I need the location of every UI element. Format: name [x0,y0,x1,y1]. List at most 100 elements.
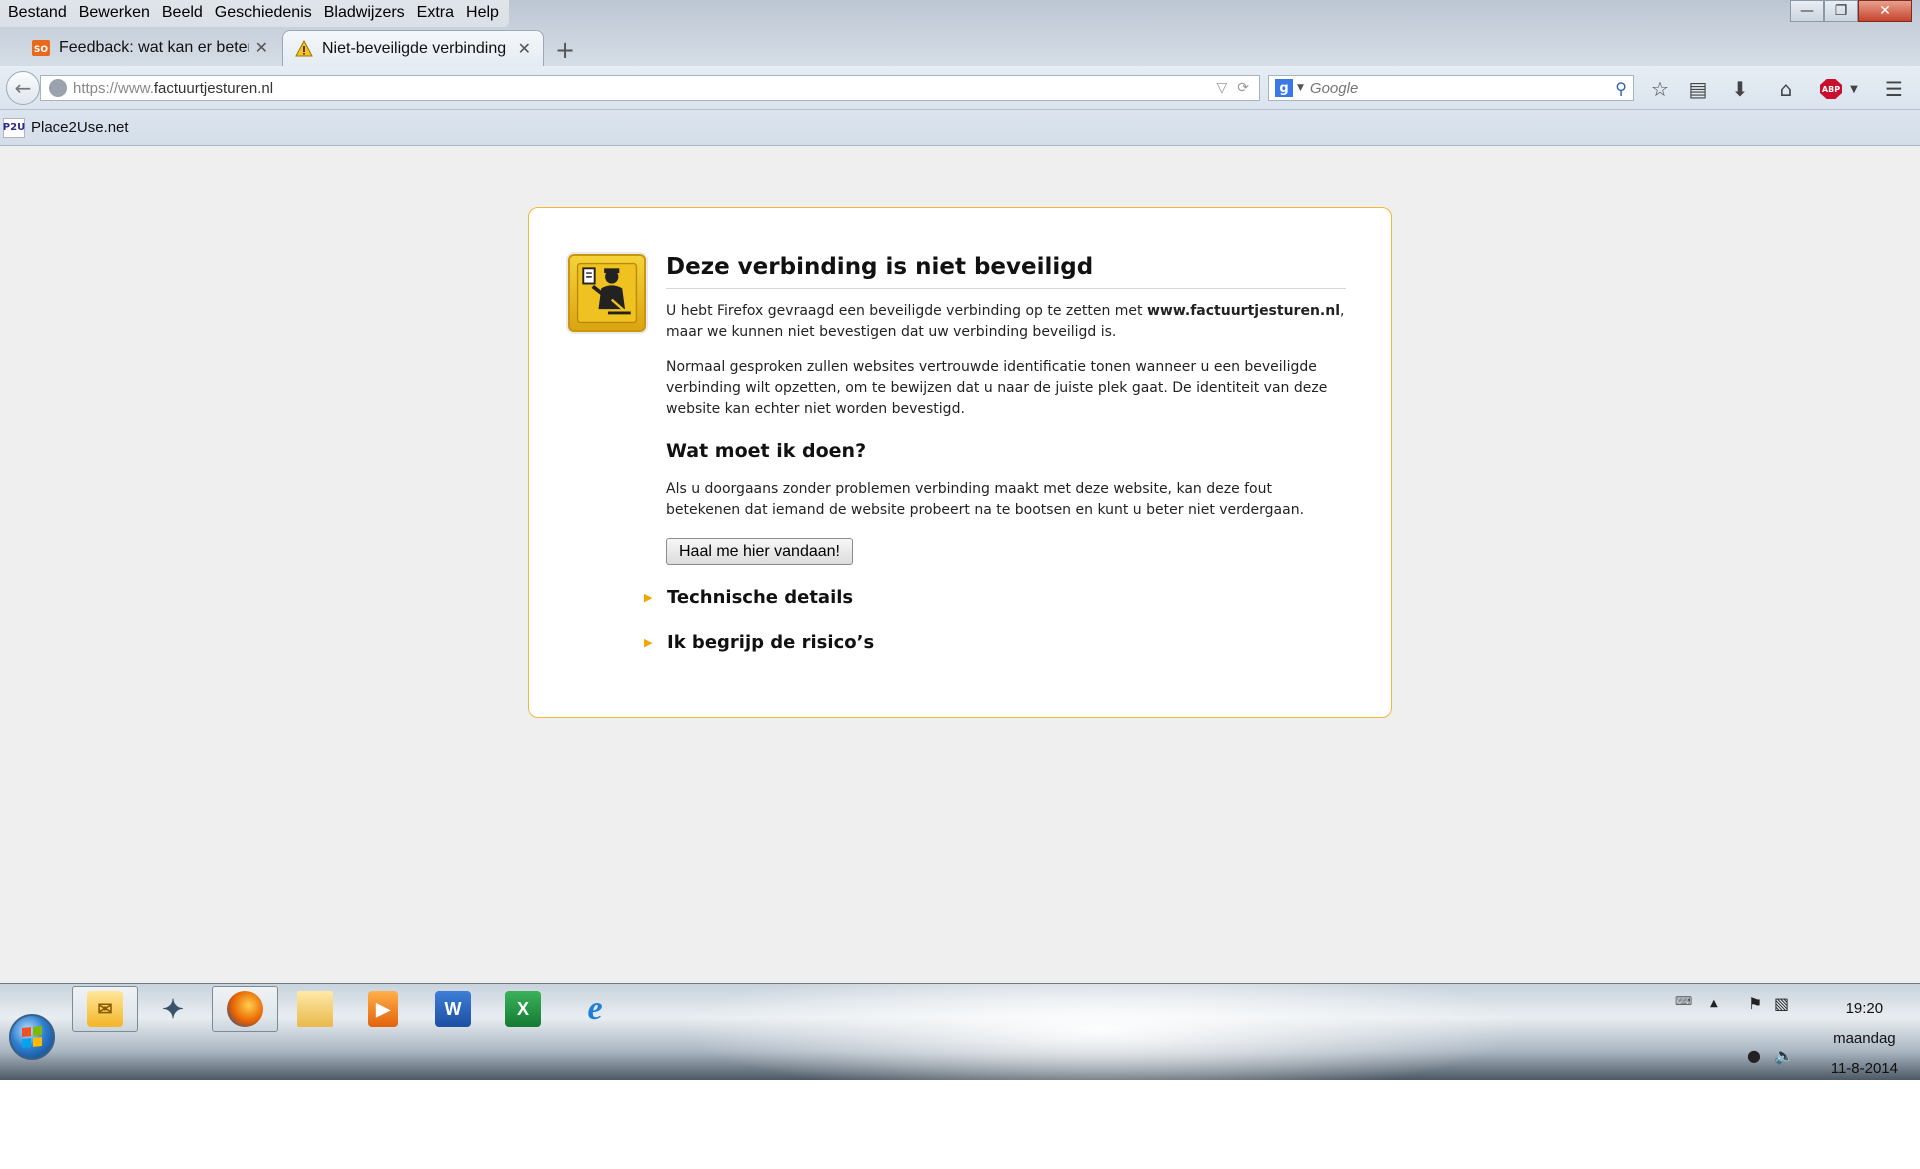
taskbar-explorer[interactable] [282,986,348,1032]
navigation-bar: ← https://www.factuurtjesturen.nl ▽ ⟳ g … [0,66,1920,110]
menu-extra[interactable]: Extra [413,0,460,27]
expander-label: Ik begrijp de risico’s [667,632,875,653]
menu-bladwijzers[interactable]: Bladwijzers [320,0,411,27]
url-prefix: https://www. [73,79,154,97]
taskbar-internet-explorer[interactable]: e [562,986,628,1032]
system-tray: ⌨ ▲ ⚑ ▧ ● 🔈 19:20 maandag 11-8-2014 [1660,984,1920,1080]
close-tab-icon[interactable]: ✕ [255,38,268,58]
technical-details-expander[interactable]: ▶ Technische details [644,587,853,608]
clock-date: 11-8-2014 [1830,1060,1898,1077]
officer-warning-icon [568,254,646,332]
update-icon[interactable]: ● [1747,1046,1761,1065]
network-icon[interactable]: ▧ [1774,994,1789,1013]
plus-icon: + [555,36,576,64]
reading-list-icon[interactable]: ▤ [1686,77,1710,101]
taskbar-excel[interactable]: X [490,986,556,1032]
outlook-icon: ✉ [87,991,123,1027]
window-controls: — ❐ ✕ [1790,0,1912,22]
place2use-icon: P2U [3,117,25,138]
tab-niet-beveiligd[interactable]: Niet-beveiligde verbinding ✕ [282,30,544,66]
reload-icon[interactable]: ⟳ [1237,80,1249,96]
dropdown-arrow-icon[interactable]: ▽ [1216,80,1227,96]
hamburger-menu-icon[interactable]: ☰ [1882,77,1906,101]
menu-bestand[interactable]: Bestand [4,0,73,27]
new-tab-button[interactable]: + [555,36,575,64]
close-tab-icon[interactable]: ✕ [518,39,531,59]
bookmark-place2use[interactable]: Place2Use.net [31,119,129,136]
taskbar-media-player[interactable]: ▶ [350,986,416,1032]
taskbar-outlook[interactable]: ✉ [72,986,138,1032]
adblock-icon[interactable]: ABP [1820,79,1842,99]
expand-triangle-icon: ▶ [644,636,653,649]
taskbar-firefox[interactable] [212,986,278,1032]
restore-icon: ❐ [1834,3,1848,19]
close-icon: ✕ [1879,3,1891,19]
arrow-left-icon: ← [14,76,32,100]
restore-button[interactable]: ❐ [1824,0,1858,22]
error-panel: Deze verbinding is niet beveiligd U hebt… [528,207,1392,718]
taskbar: ✉ ✦ ▶ W X e ⌨ ▲ ⚑ ▧ ● 🔈 19:20 maandag 11… [0,983,1920,1080]
search-input[interactable] [1309,79,1616,97]
search-bar[interactable]: g ▼ ⚲ [1268,75,1634,101]
menu-help[interactable]: Help [462,0,505,27]
windows-logo-icon [22,1025,42,1049]
media-player-icon: ▶ [368,991,398,1027]
globe-icon [49,79,67,97]
intro-text: U hebt Firefox gevraagd een beveiligde v… [666,303,1147,319]
url-bar[interactable]: https://www.factuurtjesturen.nl ▽ ⟳ [40,75,1260,101]
blank-area [0,1080,1920,1169]
tab-title: Feedback: wat kan er beter... [59,39,249,56]
home-icon[interactable]: ⌂ [1774,77,1798,101]
warning-icon [295,39,313,56]
expand-triangle-icon: ▶ [644,591,653,604]
error-title: Deze verbinding is niet beveiligd [666,254,1346,289]
bookmarks-toolbar: P2U Place2Use.net [0,110,1920,146]
page-content: Deze verbinding is niet beveiligd U hebt… [0,147,1920,983]
svg-text:SO: SO [34,45,48,55]
excel-icon: X [505,991,541,1027]
firefox-icon [227,991,263,1027]
url-text[interactable]: https://www.factuurtjesturen.nl [73,80,1216,97]
what-to-do-text: Als u doorgaans zonder problemen verbind… [666,481,1305,518]
bookmark-star-icon[interactable]: ☆ [1648,77,1672,101]
google-icon[interactable]: g [1275,79,1293,97]
menu-beeld[interactable]: Beeld [158,0,209,27]
start-button[interactable] [9,1014,55,1060]
explorer-icon [297,991,333,1027]
clock[interactable]: 19:20 maandag 11-8-2014 [1831,994,1898,1080]
get-me-out-button[interactable]: Haal me hier vandaan! [666,538,853,565]
search-icon[interactable]: ⚲ [1615,79,1627,98]
word-icon: W [435,991,471,1027]
menu-geschiedenis[interactable]: Geschiedenis [211,0,318,27]
close-window-button[interactable]: ✕ [1858,0,1912,22]
tab-feedback[interactable]: SO Feedback: wat kan er beter... ✕ [20,30,280,66]
download-icon[interactable]: ⬇ [1728,77,1752,101]
what-to-do-heading: Wat moet ik doen? [666,440,867,462]
minimize-icon: — [1800,3,1814,19]
url-domain: factuurtjesturen.nl [153,79,274,97]
tab-strip: SO Feedback: wat kan er beter... ✕ Niet-… [0,30,1920,66]
menu-bewerken[interactable]: Bewerken [75,0,156,27]
tab-title: Niet-beveiligde verbinding [322,39,507,57]
title-bar: Bestand Bewerken Beeld Geschiedenis Blad… [0,0,1920,66]
back-button[interactable]: ← [6,71,40,105]
taskbar-satellite[interactable]: ✦ [140,986,206,1032]
taskbar-word[interactable]: W [420,986,486,1032]
error-explanation: Normaal gesproken zullen websites vertro… [666,359,1328,417]
expander-label: Technische details [667,587,854,608]
chevron-down-icon[interactable]: ▼ [1297,83,1304,93]
intro-site: www.factuurtjesturen.nl [1146,303,1341,319]
internet-explorer-icon: e [587,990,603,1027]
understand-risks-expander[interactable]: ▶ Ik begrijp de risico’s [644,632,874,653]
screen: Bestand Bewerken Beeld Geschiedenis Blad… [0,0,1920,1080]
site-favicon-icon: SO [32,40,50,56]
clock-day: maandag [1833,1030,1896,1047]
chevron-down-icon[interactable]: ▼ [1842,77,1866,101]
menu-bar: Bestand Bewerken Beeld Geschiedenis Blad… [0,0,509,27]
volume-icon[interactable]: 🔈 [1774,1046,1794,1065]
action-center-flag-icon[interactable]: ⚑ [1748,994,1762,1013]
minimize-button[interactable]: — [1790,0,1824,22]
error-intro: U hebt Firefox gevraagd een beveiligde v… [666,301,1346,343]
show-hidden-icons-icon[interactable]: ▲ [1710,998,1718,1009]
keyboard-icon[interactable]: ⌨ [1675,994,1692,1008]
